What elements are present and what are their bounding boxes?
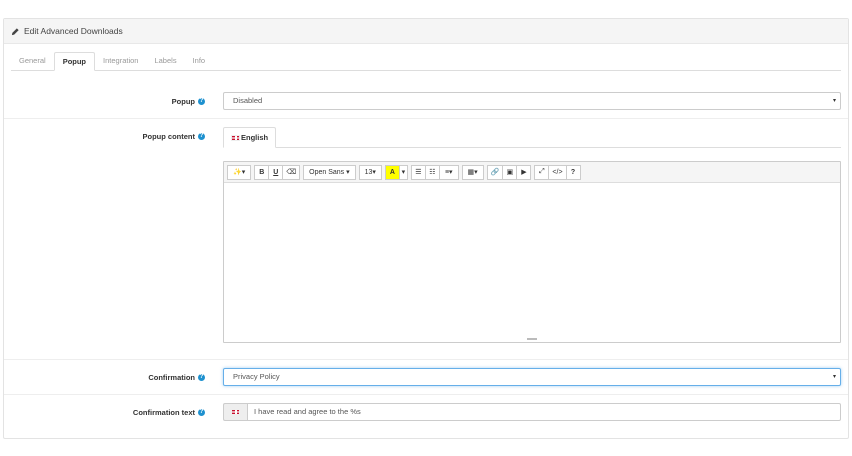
uk-flag-icon (231, 134, 240, 141)
picture-button[interactable]: ▣ (502, 164, 518, 180)
confirmation-text-input[interactable]: I have read and agree to the %s (247, 403, 841, 421)
underline-button[interactable]: U (268, 164, 284, 180)
tab-bar: General Popup Integration Labels Info (11, 52, 841, 71)
unordered-list-button[interactable]: ☰ (410, 164, 426, 180)
confirmation-text-group: I have read and agree to the %s (223, 403, 841, 421)
editor-toolbar: ✨▾ B U ⌫ Open Sans ▾ 13▾ A ▾ ☰ ☷ ≡▾ ▦▾ 🔗… (224, 162, 840, 183)
edit-panel: Edit Advanced Downloads General Popup In… (3, 18, 849, 439)
fullscreen-button[interactable]: ⤢ (534, 164, 550, 180)
video-button[interactable]: ▶ (516, 164, 532, 180)
style-button[interactable]: ✨▾ (227, 164, 252, 180)
help-icon[interactable]: ? (198, 133, 205, 140)
font-size-dropdown[interactable]: 13▾ (358, 164, 382, 180)
editor-content-area[interactable] (224, 183, 840, 342)
color-dropdown-button[interactable]: ▾ (398, 164, 408, 180)
popup-select-value: Disabled (233, 96, 263, 105)
confirmation-text-row: Confirmation text ? I have read and agre… (4, 395, 848, 430)
tab-labels[interactable]: Labels (146, 52, 184, 71)
uk-flag-icon (230, 409, 240, 415)
confirmation-label: Confirmation ? (148, 373, 205, 382)
tab-info[interactable]: Info (185, 52, 214, 71)
eraser-button[interactable]: ⌫ (282, 164, 301, 180)
language-tab-label: English (241, 133, 269, 142)
pencil-icon (11, 27, 19, 35)
confirmation-text-label-text: Confirmation text (132, 408, 195, 417)
language-tab-english[interactable]: English (223, 127, 277, 148)
tab-general[interactable]: General (11, 52, 54, 71)
confirmation-select-value: Privacy Policy (233, 372, 280, 381)
language-addon (223, 403, 247, 421)
help-icon[interactable]: ? (198, 409, 205, 416)
resize-handle[interactable] (527, 338, 537, 340)
table-dropdown[interactable]: ▦▾ (461, 164, 484, 180)
popup-content-label-text: Popup content (142, 132, 196, 141)
panel-title: Edit Advanced Downloads (24, 26, 123, 36)
rich-text-editor: ✨▾ B U ⌫ Open Sans ▾ 13▾ A ▾ ☰ ☷ ≡▾ ▦▾ 🔗… (223, 161, 841, 343)
popup-label: Popup ? (172, 97, 205, 106)
language-tabs: English (223, 127, 841, 148)
confirmation-select[interactable]: Privacy Policy ▾ (223, 368, 841, 386)
help-icon[interactable]: ? (198, 98, 205, 105)
ordered-list-button[interactable]: ☷ (424, 164, 440, 180)
chevron-down-icon: ▾ (832, 98, 836, 104)
tab-popup[interactable]: Popup (53, 52, 96, 71)
font-name-dropdown[interactable]: Open Sans ▾ (303, 164, 356, 180)
help-button[interactable]: ? (565, 164, 581, 180)
popup-row: Popup ? Disabled ▾ (4, 84, 848, 119)
text-color-button[interactable]: A (384, 164, 400, 180)
popup-content-label: Popup content ? (142, 132, 205, 141)
popup-content-row: Popup content ? English ✨▾ B U ⌫ Open Sa… (4, 119, 848, 360)
chevron-down-icon: ▾ (832, 374, 836, 380)
confirmation-row: Confirmation ? Privacy Policy ▾ (4, 360, 848, 395)
popup-label-text: Popup (171, 97, 195, 106)
confirmation-text-label: Confirmation text ? (133, 408, 205, 417)
link-button[interactable]: 🔗 (486, 164, 504, 180)
help-icon[interactable]: ? (198, 374, 205, 381)
popup-select[interactable]: Disabled ▾ (223, 92, 841, 110)
confirmation-label-text: Confirmation (148, 373, 195, 382)
codeview-button[interactable]: </> (548, 164, 567, 180)
paragraph-dropdown[interactable]: ≡▾ (438, 164, 459, 180)
bold-button[interactable]: B (254, 164, 270, 180)
panel-heading: Edit Advanced Downloads (4, 19, 848, 44)
tab-integration[interactable]: Integration (95, 52, 146, 71)
